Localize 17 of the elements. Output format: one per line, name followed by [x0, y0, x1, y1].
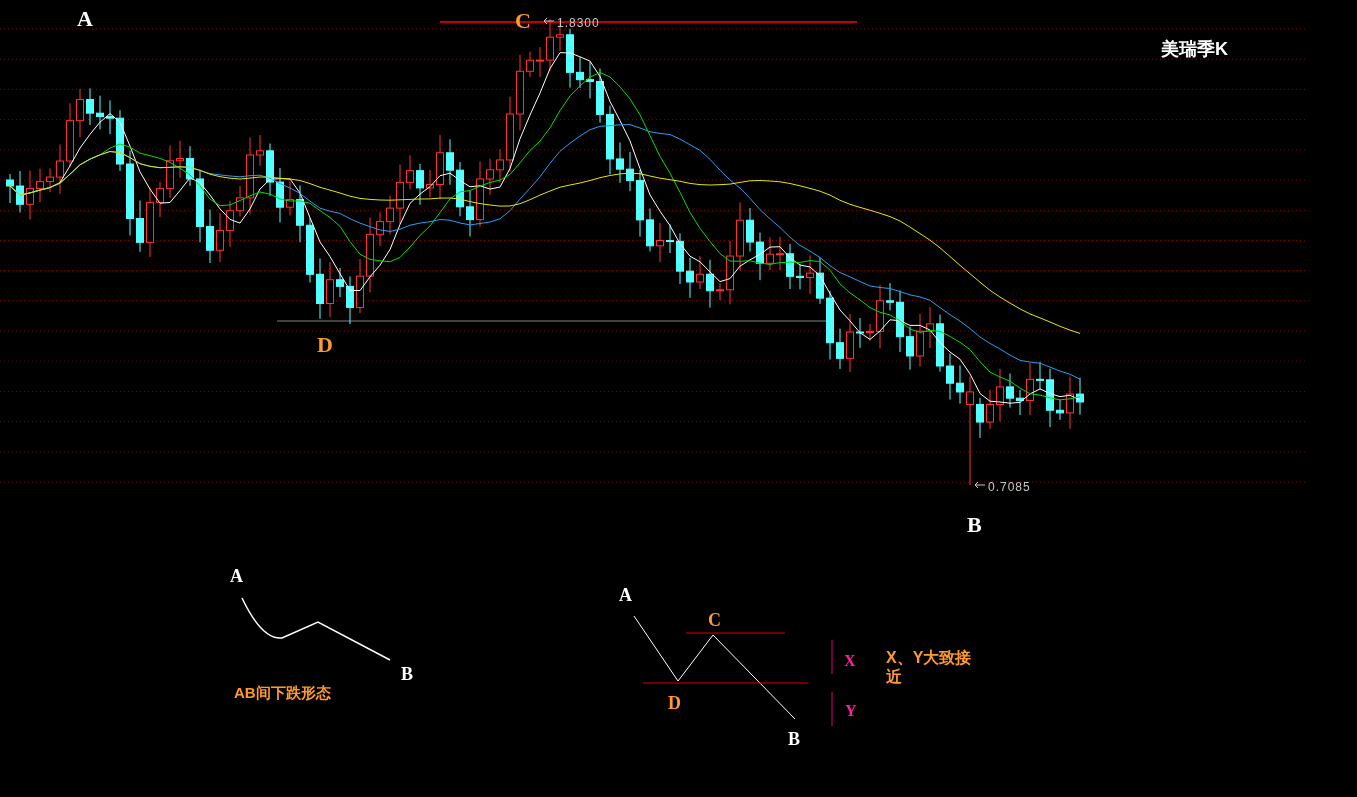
pattern-caption: AB间下跌形态	[234, 683, 331, 703]
point-label: D	[668, 692, 681, 715]
chart-title: 美瑞季K	[1161, 38, 1228, 61]
point-label: A	[230, 565, 243, 588]
point-label: B	[401, 663, 413, 686]
arrow-icon	[974, 481, 986, 489]
point-label: C	[708, 609, 721, 632]
arrow-icon	[543, 17, 555, 25]
range-label: Y	[845, 701, 857, 721]
point-label: B	[788, 728, 800, 751]
point-label: A	[619, 584, 632, 607]
comparison-note: X、Y大致接近	[886, 648, 973, 686]
point-label: A	[77, 5, 93, 33]
range-label: X	[844, 651, 856, 671]
point-label: B	[967, 511, 982, 539]
price-label: 0.7085	[988, 479, 1031, 496]
point-label: D	[317, 331, 333, 359]
